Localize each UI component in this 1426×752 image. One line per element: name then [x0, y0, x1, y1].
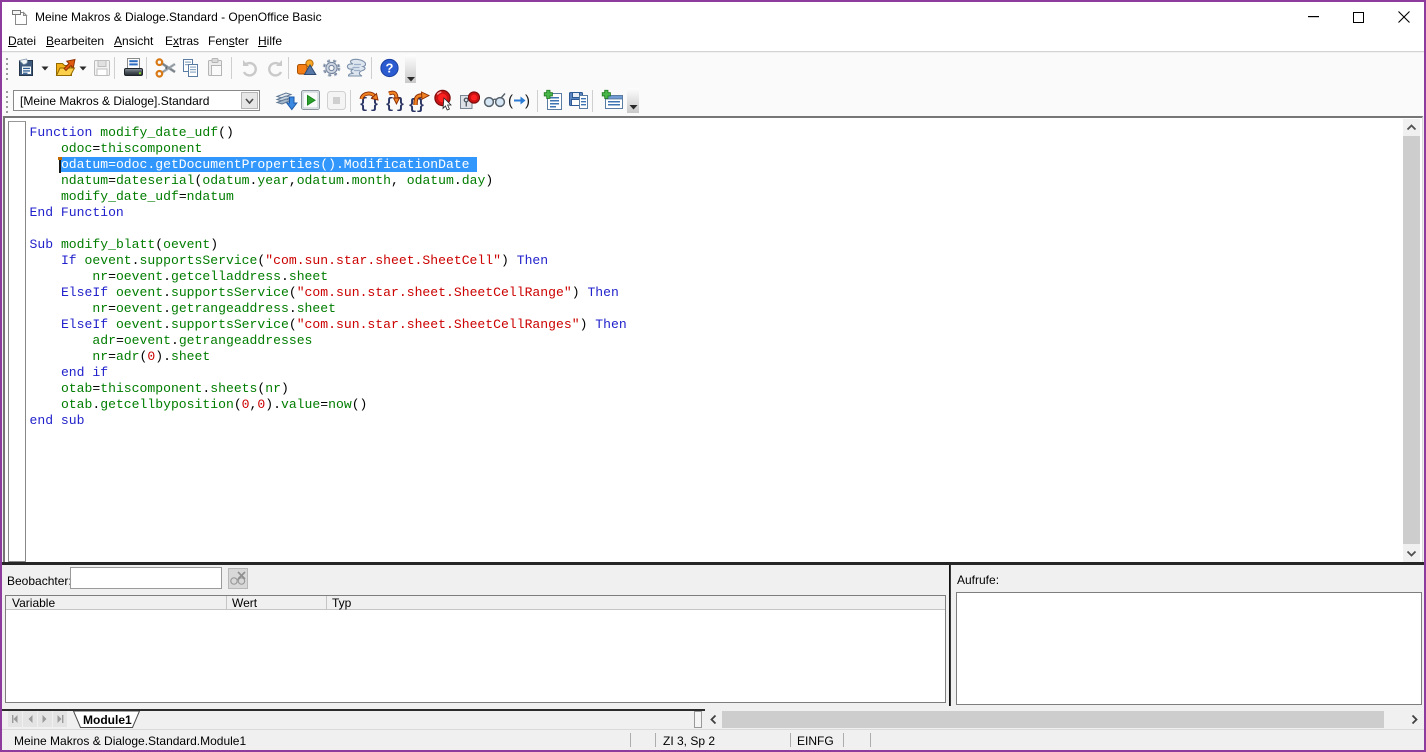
svg-text:?: ?: [386, 61, 394, 76]
svg-text:): ): [525, 93, 530, 110]
svg-text:{: {: [385, 96, 394, 112]
svg-text:(: (: [508, 93, 513, 110]
